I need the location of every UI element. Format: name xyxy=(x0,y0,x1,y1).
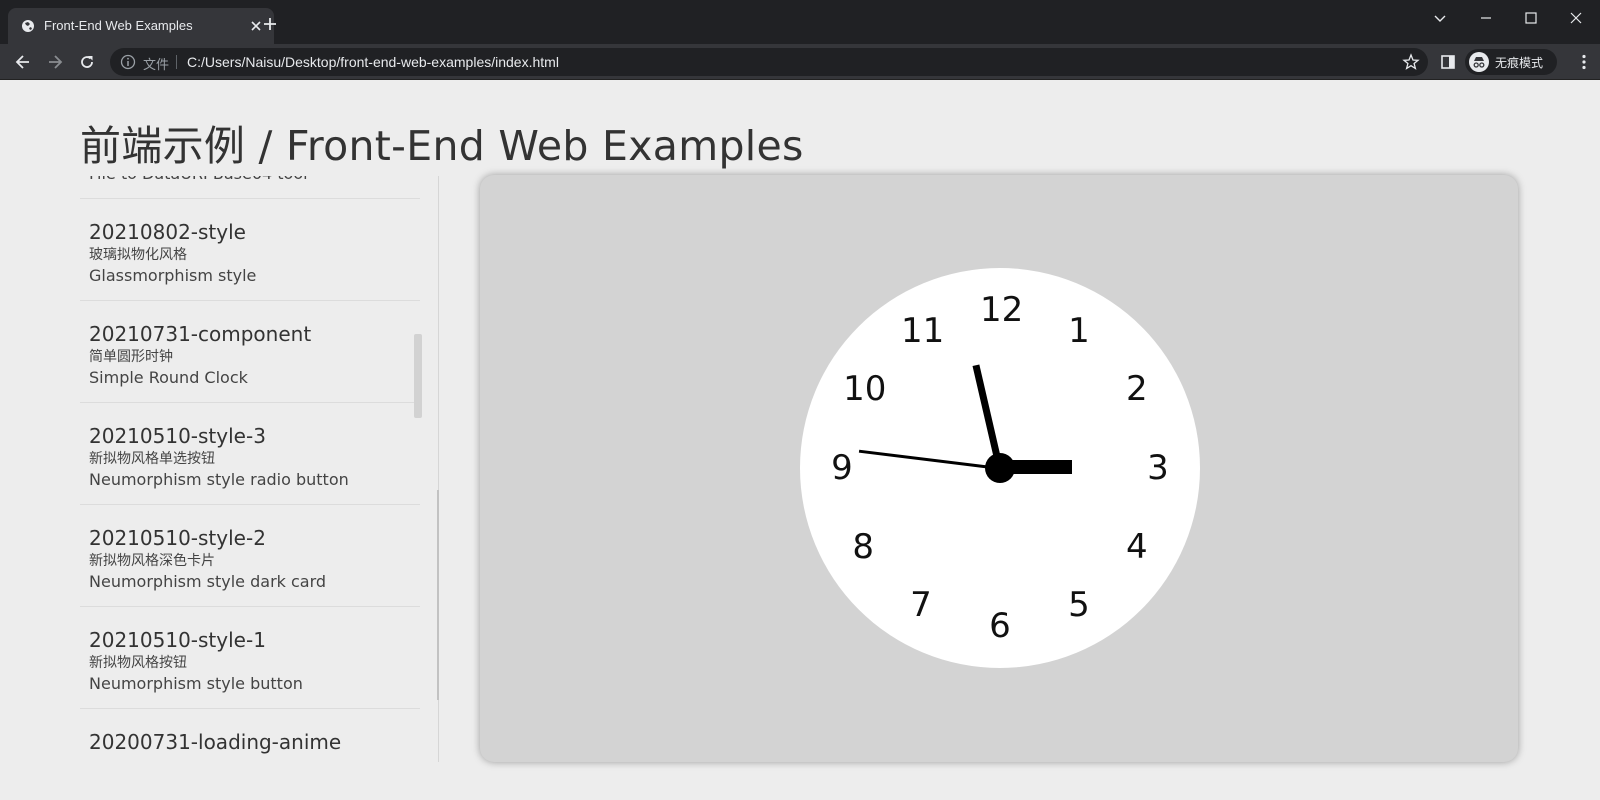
reload-icon[interactable] xyxy=(77,52,97,72)
example-name: 20210802-style xyxy=(89,220,246,244)
clock-numeral: 6 xyxy=(989,606,1011,646)
example-list-item[interactable]: 20210802-style 玻璃拟物化风格 Glassmorphism style xyxy=(80,199,420,301)
more-menu-icon[interactable] xyxy=(1574,52,1594,72)
example-description-en: Simple Round Clock xyxy=(89,368,248,387)
minimize-icon[interactable] xyxy=(1476,8,1496,28)
incognito-profile-button[interactable]: 无痕模式 xyxy=(1465,49,1557,75)
clock-second-hand xyxy=(858,449,1001,470)
clock-numeral: 5 xyxy=(1068,584,1090,625)
example-description-en: File to DataURI Base64 tool xyxy=(89,176,420,184)
clock-numeral: 9 xyxy=(831,448,853,488)
example-name: 20210510-style-2 xyxy=(89,526,266,550)
info-icon[interactable] xyxy=(120,54,136,70)
example-list-item[interactable]: 20200731-loading-anime xyxy=(80,709,420,762)
clock-numeral: 3 xyxy=(1147,448,1169,488)
example-description-zh: 新拟物风格深色卡片 xyxy=(89,553,215,569)
side-panel-icon[interactable] xyxy=(1440,54,1456,70)
example-description-en: Glassmorphism style xyxy=(89,266,257,285)
clock-numeral: 1 xyxy=(1068,311,1090,352)
example-name: 20210731-component xyxy=(89,322,312,346)
page-title: 前端示例 / Front-End Web Examples xyxy=(80,122,804,170)
browser-titlebar: Front-End Web Examples xyxy=(0,0,1600,44)
clock-numeral: 8 xyxy=(852,527,874,567)
example-name: 20210510-style-1 xyxy=(89,628,266,652)
example-list-item[interactable]: 20210731-component 简单圆形时钟 Simple Round Clo… xyxy=(80,301,420,403)
example-name: 20200731-loading-anime xyxy=(89,730,342,754)
example-name: 20210510-style-3 xyxy=(89,424,266,448)
list-scrollbar-thumb[interactable] xyxy=(414,334,422,418)
example-description-en: Neumorphism style dark card xyxy=(89,572,327,591)
example-preview: 12 1 2 3 4 5 6 7 8 9 10 11 xyxy=(480,175,1518,762)
example-description-en: Neumorphism style button xyxy=(89,674,303,693)
example-description-zh: 新拟物风格按钮 xyxy=(89,655,187,671)
example-list-item[interactable]: 20210510-style-2 新拟物风格深色卡片 Neumorphism sty… xyxy=(80,505,420,607)
panel-divider-highlight xyxy=(437,490,439,700)
browser-toolbar: 文件 C:/Users/Naisu/Desktop/front-end-web-… xyxy=(0,44,1600,80)
browser-tab[interactable]: Front-End Web Examples xyxy=(8,8,274,44)
example-description-zh: 玻璃拟物化风格 xyxy=(89,247,187,263)
example-list-item[interactable]: 20210813-tool文件转 DataURI Base64 数据工具File… xyxy=(80,176,420,199)
example-list-item[interactable]: 20210510-style-1 新拟物风格按钮 Neumorphism style… xyxy=(80,607,420,709)
incognito-label: 无痕模式 xyxy=(1495,56,1544,70)
maximize-icon[interactable] xyxy=(1521,8,1541,28)
example-description-zh: 简单圆形时钟 xyxy=(89,349,173,365)
clock-numeral: 2 xyxy=(1126,369,1148,409)
clock-center-hub xyxy=(985,453,1015,483)
close-window-icon[interactable] xyxy=(1566,8,1586,28)
clock-numeral: 11 xyxy=(901,311,945,352)
example-description-zh: 新拟物风格单选按钮 xyxy=(89,451,215,467)
scheme-label: 文件 xyxy=(143,58,170,73)
new-tab-icon[interactable] xyxy=(262,16,278,32)
examples-list-track: 20210813-tool文件转 DataURI Base64 数据工具File… xyxy=(80,176,420,762)
examples-list[interactable]: 20210813-tool文件转 DataURI Base64 数据工具File… xyxy=(80,176,440,762)
url-text[interactable]: C:/Users/Naisu/Desktop/front-end-web-exa… xyxy=(187,54,559,70)
tab-search-icon[interactable] xyxy=(1430,8,1450,28)
clock-numeral: 7 xyxy=(910,584,932,625)
clock-numeral: 12 xyxy=(980,290,1024,330)
address-separator xyxy=(176,55,177,69)
globe-icon xyxy=(22,20,34,32)
bookmark-star-icon[interactable] xyxy=(1402,53,1420,71)
back-icon[interactable] xyxy=(13,52,33,72)
clock-numeral: 4 xyxy=(1126,527,1148,567)
forward-icon[interactable] xyxy=(45,52,65,72)
incognito-icon xyxy=(1469,52,1489,72)
tab-title: Front-End Web Examples xyxy=(44,18,193,33)
example-description-en: Neumorphism style radio button xyxy=(89,470,349,489)
address-bar[interactable]: 文件 C:/Users/Naisu/Desktop/front-end-web-… xyxy=(110,48,1428,76)
example-list-item[interactable]: 20210510-style-3 新拟物风格单选按钮 Neumorphism sty… xyxy=(80,403,420,505)
clock-face: 12 1 2 3 4 5 6 7 8 9 10 11 xyxy=(800,268,1200,668)
clock-numeral: 10 xyxy=(843,369,887,409)
